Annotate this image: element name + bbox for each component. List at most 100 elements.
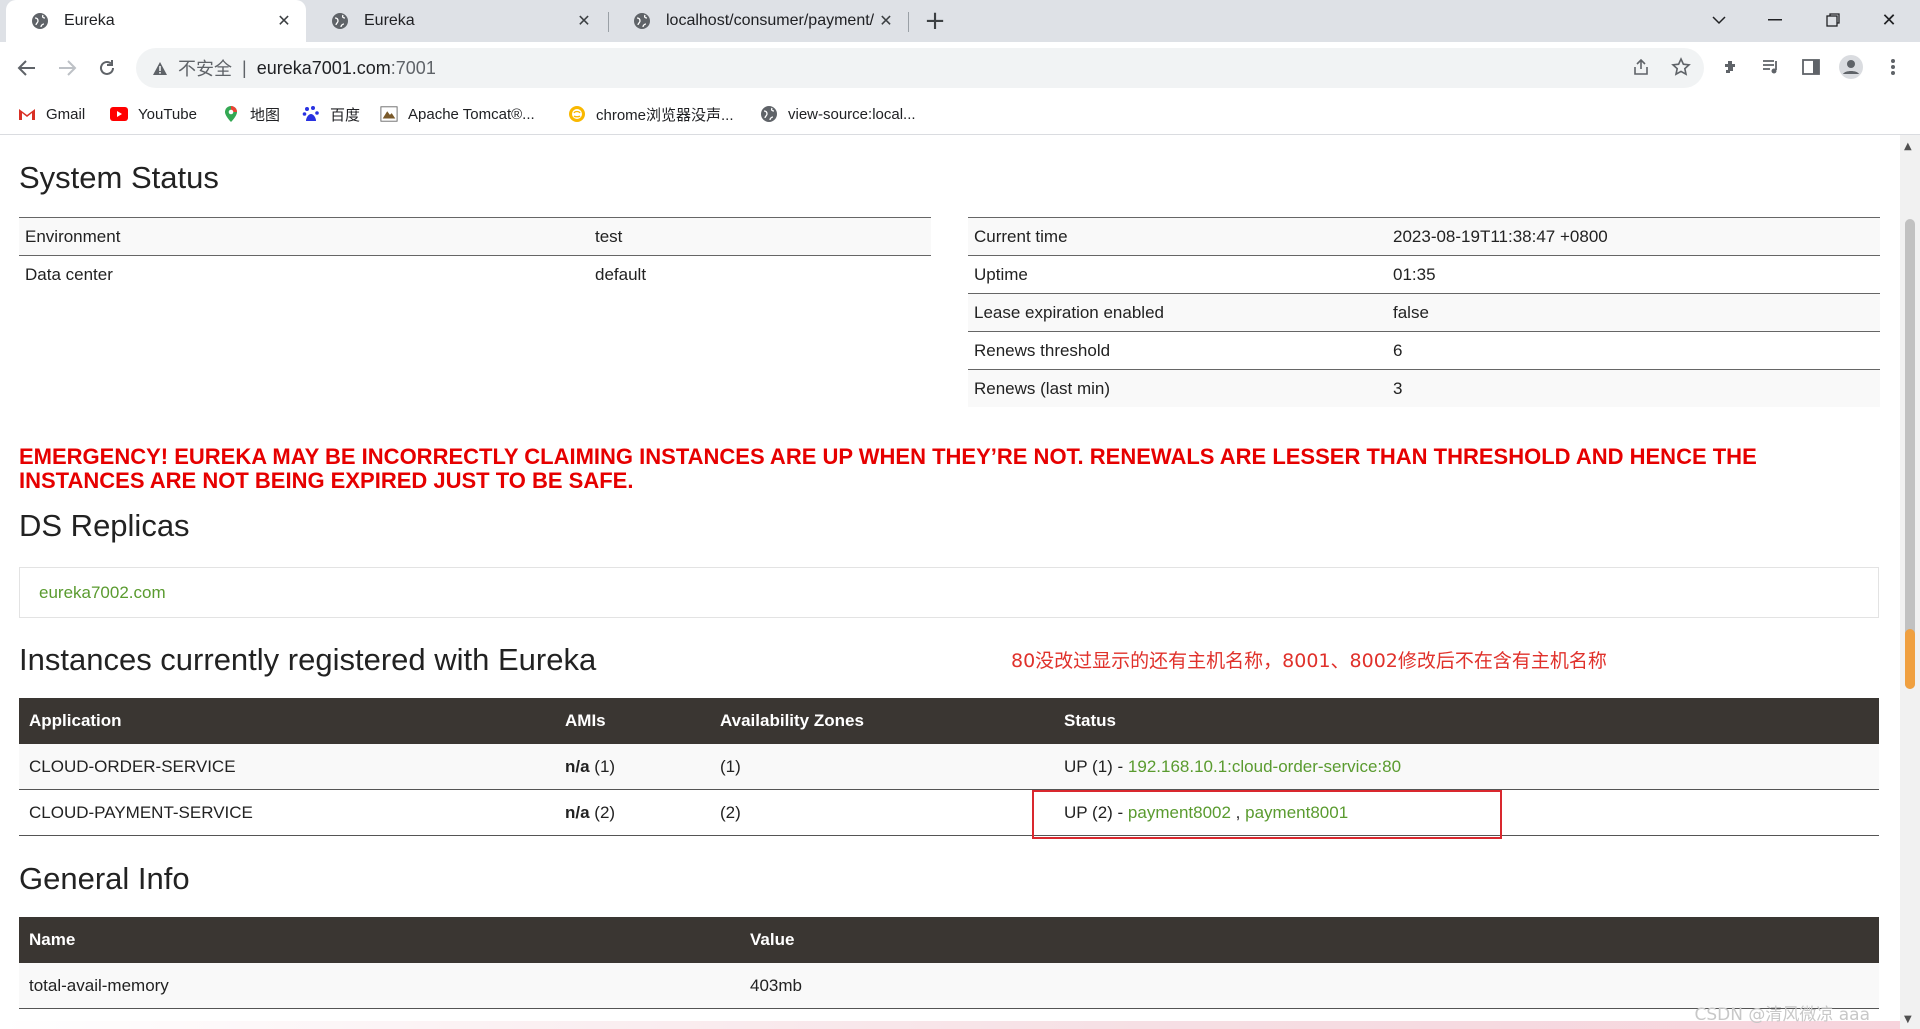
status-key: Renews threshold (968, 331, 1387, 370)
table-row: Current time 2023-08-19T11:38:47 +0800 (968, 217, 1880, 256)
address-bar[interactable]: 不安全 | eureka7001.com:7001 (136, 48, 1704, 88)
tab-label: localhost/consumer/payment/ (666, 12, 874, 29)
warning-icon[interactable] (150, 58, 170, 78)
column-header: Availability Zones (710, 698, 1054, 744)
amis-na: n/a (565, 756, 590, 776)
status-value: 01:35 (1387, 255, 1880, 294)
column-header: Value (740, 917, 1879, 963)
amis-cell: n/a (1) (555, 744, 710, 790)
share-icon[interactable] (1624, 50, 1658, 84)
bookmark-tomcat[interactable]: Apache Tomcat®... (380, 103, 535, 125)
instances-heading: Instances currently registered with Eure… (19, 642, 597, 677)
side-panel-icon[interactable] (1794, 50, 1828, 84)
bookmark-gmail[interactable]: Gmail (18, 103, 85, 125)
bookmark-maps[interactable]: 地图 (222, 103, 280, 125)
system-status-left-table: Environment test Data center default (19, 217, 931, 293)
globe-icon (760, 105, 778, 123)
instance-link[interactable]: 192.168.10.1:cloud-order-service:80 (1128, 757, 1401, 776)
instances-table: Application AMIs Availability Zones Stat… (19, 698, 1879, 836)
info-name: total-avail-memory (19, 963, 740, 1009)
tab-separator (908, 12, 909, 32)
table-row: CLOUD-ORDER-SERVICE n/a (1) (1) UP (1) -… (19, 744, 1879, 790)
amis-cell: n/a (2) (555, 789, 710, 836)
zones-cell: (1) (710, 744, 1054, 790)
status-key: Uptime (968, 255, 1387, 294)
ds-replicas-list: eureka7002.com (19, 567, 1879, 618)
url-port: :7001 (390, 57, 436, 78)
scroll-down-arrow-icon[interactable]: ▼ (1904, 1014, 1912, 1025)
profile-avatar-icon[interactable] (1834, 50, 1868, 84)
status-value: false (1387, 293, 1880, 332)
system-status-right-table: Current time 2023-08-19T11:38:47 +0800 U… (968, 217, 1880, 407)
bookmark-star-icon[interactable] (1664, 50, 1698, 84)
bookmark-view-source[interactable]: view-source:local... (760, 103, 916, 125)
tab-eureka-active[interactable]: Eureka ✕ (6, 0, 306, 42)
annotation-note: 80没改过显示的还有主机名称，8001、8002修改后不在含有主机名称 (1011, 650, 1607, 672)
replica-link[interactable]: eureka7002.com (39, 583, 166, 603)
forward-icon[interactable] (50, 51, 84, 85)
table-header-row: Application AMIs Availability Zones Stat… (19, 698, 1879, 744)
menu-kebab-icon[interactable] (1876, 50, 1910, 84)
table-row: CLOUD-PAYMENT-SERVICE n/a (2) (2) UP (2)… (19, 789, 1879, 836)
scrollbar-thumb[interactable] (1905, 219, 1915, 689)
back-icon[interactable] (10, 51, 44, 85)
extensions-icon[interactable] (1714, 50, 1748, 84)
system-status-heading: System Status (19, 160, 219, 195)
status-value: default (595, 264, 647, 284)
close-icon[interactable]: ✕ (572, 9, 596, 33)
bookmark-baidu[interactable]: 百度 (302, 103, 360, 125)
bookmark-label: YouTube (138, 105, 197, 123)
emergency-warning: EMERGENCY! EUREKA MAY BE INCORRECTLY CLA… (19, 444, 1757, 493)
column-header: Application (19, 698, 555, 744)
table-row: Data center default (19, 256, 931, 294)
gmail-icon (18, 105, 36, 123)
maps-icon (222, 105, 240, 123)
youtube-icon (110, 105, 128, 123)
page-content: System Status Environment test Data cent… (0, 135, 1900, 1029)
tab-label: Eureka (64, 12, 115, 29)
table-row: Renews threshold 6 (968, 331, 1880, 370)
status-value: 2023-08-19T11:38:47 +0800 (1387, 217, 1880, 256)
url-host: eureka7001.com (256, 57, 391, 78)
column-header: AMIs (555, 698, 710, 744)
column-header: Name (19, 917, 740, 963)
status-key: Lease expiration enabled (968, 293, 1387, 332)
zones-cell: (2) (710, 789, 1054, 836)
bookmark-label: Apache Tomcat®... (408, 105, 535, 123)
status-key: Current time (968, 217, 1387, 256)
tab-eureka[interactable]: Eureka ✕ (306, 0, 606, 42)
bookmark-chrome-tip[interactable]: chrome浏览器没声... (568, 103, 734, 125)
status-cell: UP (1) - 192.168.10.1:cloud-order-servic… (1054, 744, 1879, 790)
bookmarks-bar: Gmail YouTube 地图 百度 Apache Tomcat®... ch… (0, 94, 1920, 135)
general-info-heading: General Info (19, 861, 190, 896)
table-row: Lease expiration enabled false (968, 293, 1880, 332)
table-row: Uptime 01:35 (968, 255, 1880, 294)
column-header: Status (1054, 698, 1879, 744)
baidu-icon (302, 105, 320, 123)
scroll-up-arrow-icon[interactable]: ▲ (1904, 141, 1912, 152)
new-tab-button[interactable]: + (920, 6, 950, 36)
page-scrollbar[interactable]: ▲ ▼ (1900, 135, 1920, 1029)
table-row: Renews (last min) 3 (968, 369, 1880, 407)
application-name: CLOUD-ORDER-SERVICE (19, 744, 555, 790)
amis-count: (1) (594, 756, 616, 776)
reload-icon[interactable] (90, 51, 124, 85)
amis-count: (2) (594, 802, 616, 822)
csdn-watermark: CSDN @清风微凉 aaa (1694, 1005, 1870, 1025)
tomcat-icon (380, 105, 398, 123)
tab-localhost-payment[interactable]: localhost/consumer/payment/ ✕ (608, 0, 908, 42)
application-name: CLOUD-PAYMENT-SERVICE (19, 789, 555, 836)
status-value: 3 (1387, 369, 1880, 407)
close-window-icon[interactable]: ✕ (1866, 0, 1912, 40)
close-icon[interactable]: ✕ (272, 9, 296, 33)
minimize-icon[interactable] (1752, 0, 1798, 40)
media-control-icon[interactable] (1754, 50, 1788, 84)
close-icon[interactable]: ✕ (874, 9, 898, 33)
table-row: Environment test (19, 217, 931, 256)
restore-icon[interactable] (1810, 0, 1856, 40)
highlight-box (1032, 790, 1502, 839)
tab-search-chevron-icon[interactable] (1696, 0, 1742, 40)
bookmark-youtube[interactable]: YouTube (110, 103, 197, 125)
globe-icon (632, 11, 652, 31)
ds-replicas-heading: DS Replicas (19, 508, 190, 543)
